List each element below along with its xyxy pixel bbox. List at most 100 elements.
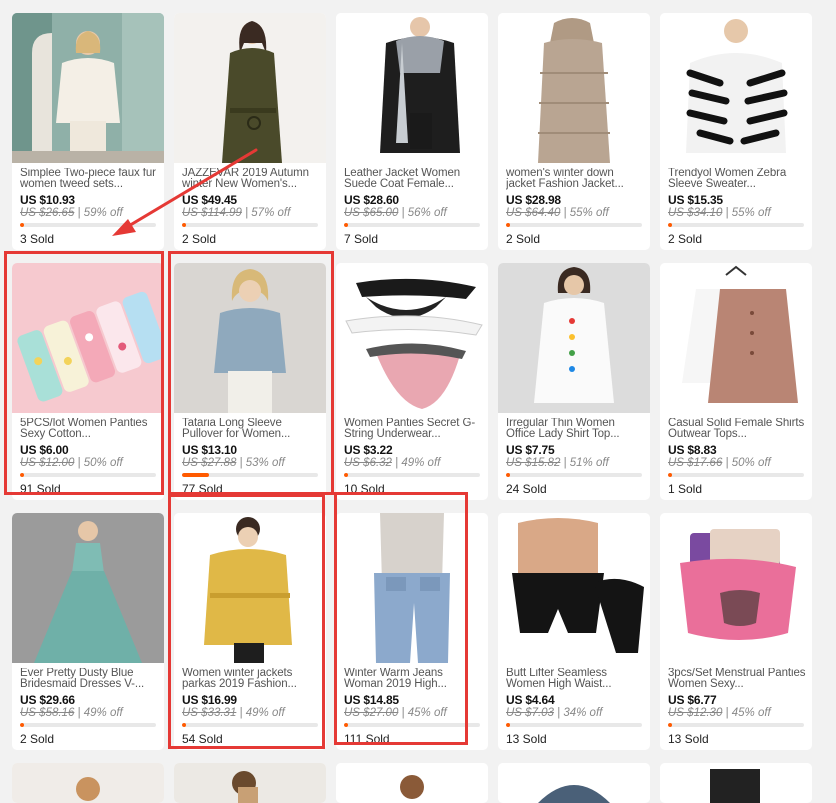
- discount-label: 51% off: [569, 457, 609, 469]
- product-title[interactable]: women's winter down jacket Fashion Jacke…: [506, 168, 644, 190]
- product-title[interactable]: Butt Lifter Seamless Women High Waist...: [506, 668, 644, 690]
- discount-label: 53% off: [245, 457, 285, 469]
- sold-progress-fill: [506, 223, 510, 227]
- product-title[interactable]: Simplee Two-piece faux fur women tweed s…: [20, 168, 158, 190]
- product-image[interactable]: [12, 263, 164, 413]
- product-card[interactable]: [12, 763, 164, 803]
- sold-progress-bar: [506, 473, 642, 477]
- product-image[interactable]: [660, 513, 812, 663]
- sold-progress-bar: [506, 223, 642, 227]
- product-image[interactable]: [336, 263, 488, 413]
- product-image[interactable]: [174, 13, 326, 163]
- product-image[interactable]: [12, 13, 164, 163]
- product-image[interactable]: [336, 763, 488, 803]
- sold-progress-fill: [668, 223, 672, 227]
- product-price: US $13.10: [182, 443, 237, 457]
- product-title[interactable]: Casual Solid Female Shirts Outwear Tops.…: [668, 418, 806, 440]
- original-price-line: US $58.16 | 49% off: [20, 707, 123, 719]
- product-title[interactable]: Trendyol Women Zebra Sleeve Sweater...: [668, 168, 806, 190]
- product-price: US $28.98: [506, 193, 561, 207]
- product-image[interactable]: [12, 513, 164, 663]
- sold-progress-fill: [182, 223, 186, 227]
- product-card[interactable]: Butt Lifter Seamless Women High Waist...…: [498, 513, 650, 750]
- product-image[interactable]: [660, 263, 812, 413]
- product-card[interactable]: 3pcs/Set Menstrual Panties Women Sexy...…: [660, 513, 812, 750]
- product-price: US $4.64: [506, 693, 555, 707]
- product-card[interactable]: Casual Solid Female Shirts Outwear Tops.…: [660, 263, 812, 500]
- product-image[interactable]: [498, 13, 650, 163]
- sold-progress-bar: [344, 723, 480, 727]
- sold-count: 13 Sold: [668, 732, 709, 746]
- product-card[interactable]: [174, 763, 326, 803]
- product-price: US $16.99: [182, 693, 237, 707]
- product-card[interactable]: Irregular Thin Women Office Lady Shirt T…: [498, 263, 650, 500]
- product-image[interactable]: [336, 513, 488, 663]
- product-title[interactable]: Tataria Long Sleeve Pullover for Women..…: [182, 418, 320, 440]
- product-image[interactable]: [174, 263, 326, 413]
- product-title[interactable]: 5PCS/lot Women Panties Sexy Cotton...: [20, 418, 158, 440]
- product-image[interactable]: [660, 763, 812, 803]
- product-image[interactable]: [498, 513, 650, 663]
- sold-count: 2 Sold: [506, 232, 541, 246]
- product-card[interactable]: [336, 763, 488, 803]
- product-card[interactable]: [660, 763, 812, 803]
- original-price-line: US $12.00 | 50% off: [20, 457, 123, 469]
- product-card[interactable]: Trendyol Women Zebra Sleeve Sweater... U…: [660, 13, 812, 250]
- product-title[interactable]: Women winter jackets parkas 2019 Fashion…: [182, 668, 320, 690]
- sold-progress-bar: [182, 223, 318, 227]
- product-title[interactable]: Ever Pretty Dusty Blue Bridesmaid Dresse…: [20, 668, 158, 690]
- product-card[interactable]: women's winter down jacket Fashion Jacke…: [498, 13, 650, 250]
- sold-count: 77 Sold: [182, 482, 223, 496]
- sold-progress-fill: [182, 723, 186, 727]
- sold-count: 3 Sold: [20, 232, 55, 246]
- original-price-line: US $6.32 | 49% off: [344, 457, 441, 469]
- product-card[interactable]: 5PCS/lot Women Panties Sexy Cotton... US…: [12, 263, 164, 500]
- original-price-line: US $34.10 | 55% off: [668, 207, 771, 219]
- sold-progress-fill: [668, 723, 672, 727]
- sold-count: 2 Sold: [668, 232, 703, 246]
- product-card[interactable]: Tataria Long Sleeve Pullover for Women..…: [174, 263, 326, 500]
- original-price-line: US $27.88 | 53% off: [182, 457, 285, 469]
- sold-progress-fill: [182, 473, 209, 477]
- sold-progress-bar: [506, 723, 642, 727]
- product-price: US $6.77: [668, 693, 717, 707]
- product-card[interactable]: Simplee Two-piece faux fur women tweed s…: [12, 13, 164, 250]
- original-price-line: US $7.03 | 34% off: [506, 707, 603, 719]
- product-price: US $8.83: [668, 443, 717, 457]
- product-card[interactable]: Winter Warm Jeans Woman 2019 High... US …: [336, 513, 488, 750]
- discount-label: 59% off: [83, 207, 123, 219]
- product-image[interactable]: [12, 763, 164, 803]
- product-title[interactable]: Women Panties Secret G-String Underwear.…: [344, 418, 482, 440]
- product-card[interactable]: Ever Pretty Dusty Blue Bridesmaid Dresse…: [12, 513, 164, 750]
- product-title[interactable]: 3pcs/Set Menstrual Panties Women Sexy...: [668, 668, 806, 690]
- product-card[interactable]: Women Panties Secret G-String Underwear.…: [336, 263, 488, 500]
- product-card[interactable]: Leather Jacket Women Suede Coat Female..…: [336, 13, 488, 250]
- product-title[interactable]: JAZZEVAR 2019 Autumn winter New Women's.…: [182, 168, 320, 190]
- product-title[interactable]: Leather Jacket Women Suede Coat Female..…: [344, 168, 482, 190]
- product-image[interactable]: [498, 763, 650, 803]
- original-price-line: US $33.31 | 49% off: [182, 707, 285, 719]
- discount-label: 49% off: [83, 707, 123, 719]
- product-price: US $6.00: [20, 443, 69, 457]
- product-card[interactable]: JAZZEVAR 2019 Autumn winter New Women's.…: [174, 13, 326, 250]
- product-card[interactable]: Women winter jackets parkas 2019 Fashion…: [174, 513, 326, 750]
- sold-progress-fill: [344, 473, 348, 477]
- original-price-line: US $64.40 | 55% off: [506, 207, 609, 219]
- sold-progress-bar: [182, 723, 318, 727]
- product-image[interactable]: [174, 513, 326, 663]
- product-price: US $29.66: [20, 693, 75, 707]
- product-image[interactable]: [660, 13, 812, 163]
- product-image[interactable]: [336, 13, 488, 163]
- original-price: US $7.03: [506, 707, 554, 719]
- product-title[interactable]: Winter Warm Jeans Woman 2019 High...: [344, 668, 482, 690]
- product-image[interactable]: [174, 763, 326, 803]
- original-price: US $27.88: [182, 457, 237, 469]
- sold-count: 111 Sold: [344, 732, 390, 746]
- product-image[interactable]: [498, 263, 650, 413]
- original-price: US $17.66: [668, 457, 723, 469]
- original-price: US $12.30: [668, 707, 723, 719]
- product-card[interactable]: [498, 763, 650, 803]
- sold-count: 91 Sold: [20, 482, 61, 496]
- product-title[interactable]: Irregular Thin Women Office Lady Shirt T…: [506, 418, 644, 440]
- original-price: US $33.31: [182, 707, 237, 719]
